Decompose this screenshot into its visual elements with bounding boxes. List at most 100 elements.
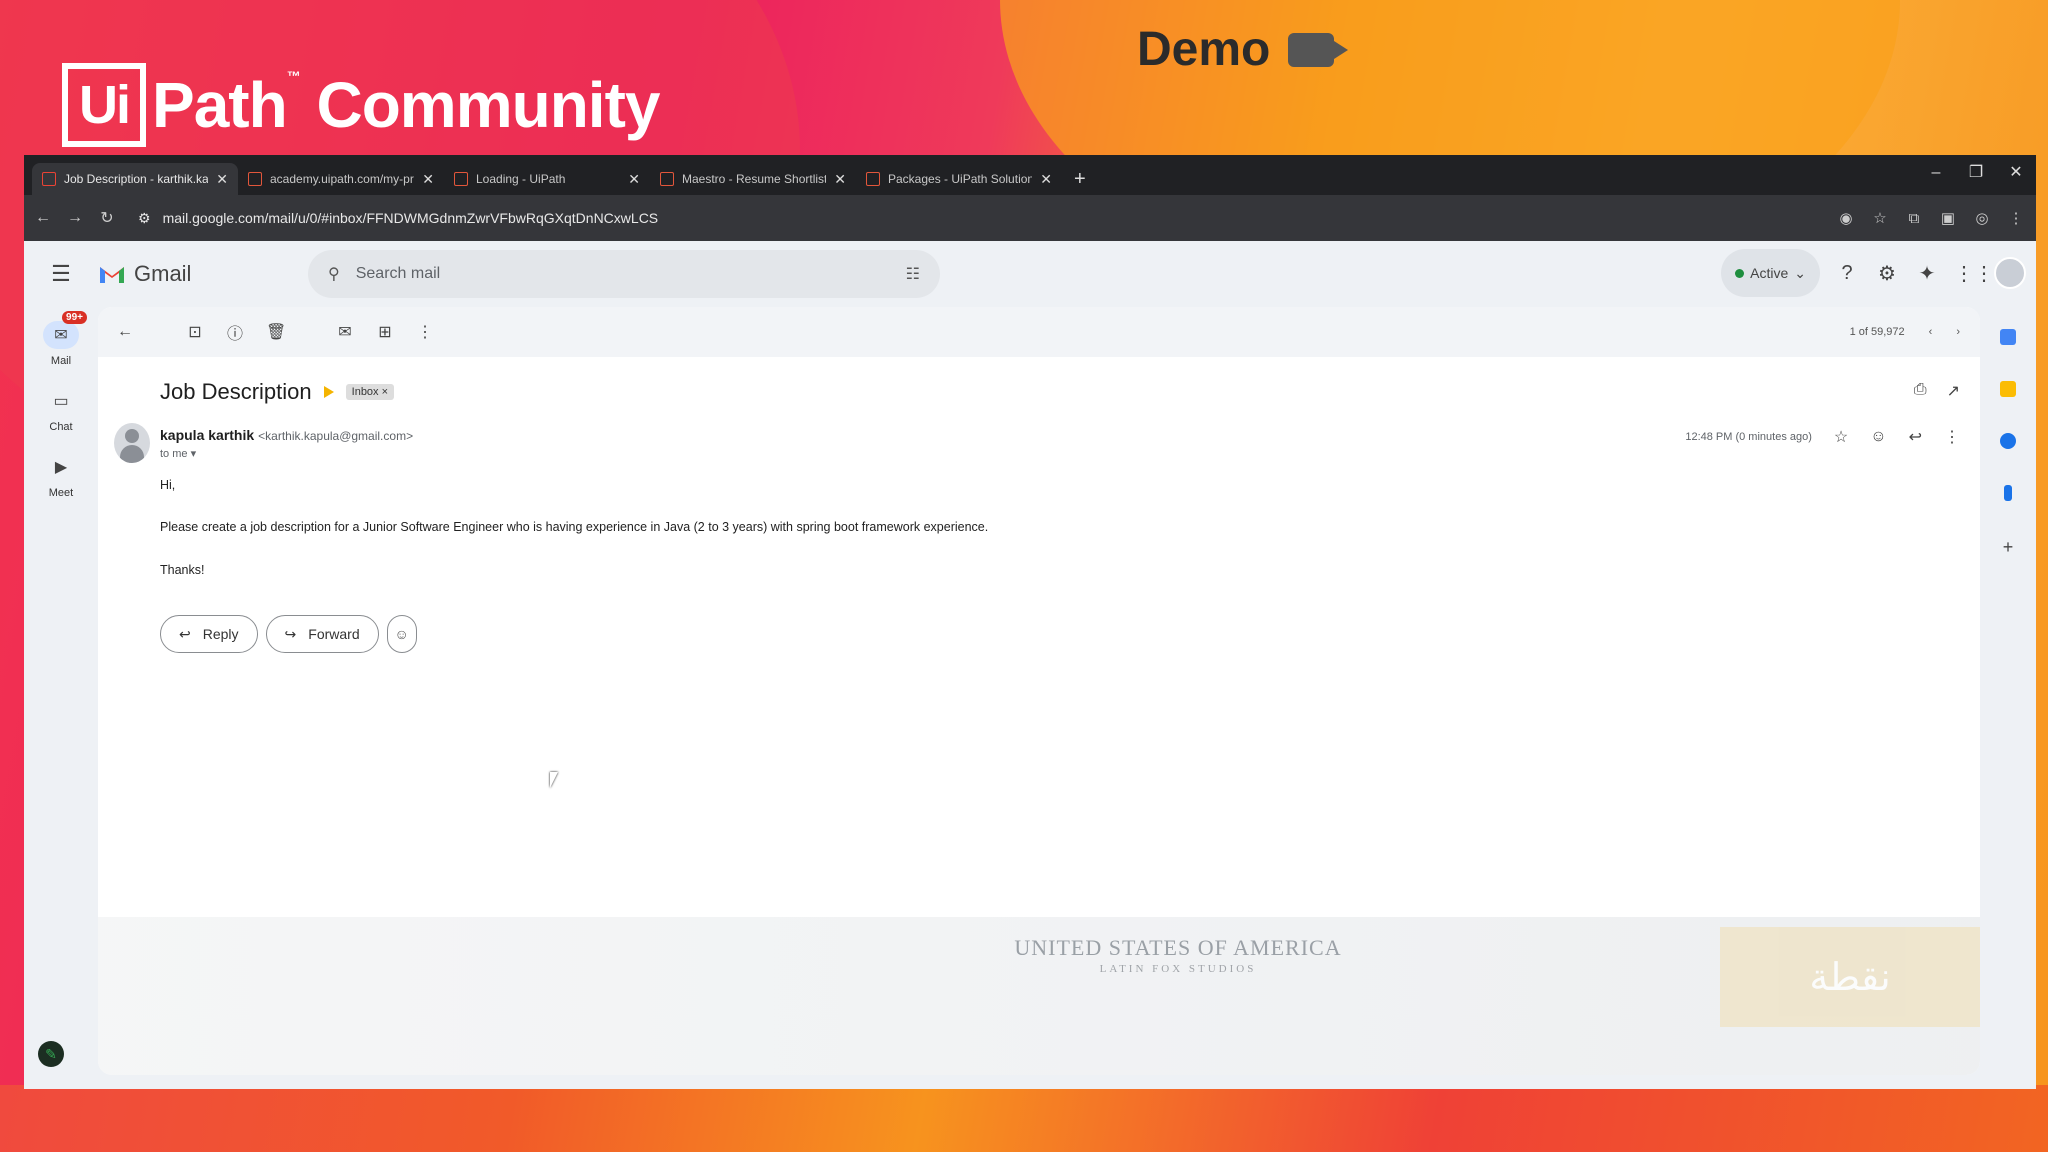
- search-bar[interactable]: ⚲ Search mail ☷: [308, 250, 940, 298]
- new-tab-icon[interactable]: +: [1062, 163, 1098, 195]
- profile-icon[interactable]: ◎: [1972, 209, 1992, 227]
- url-field[interactable]: ⚙ mail.google.com/mail/u/0/#inbox/FFNDWM…: [130, 202, 1822, 234]
- rail-chat[interactable]: ▭ Chat: [24, 387, 98, 439]
- browser-menu-icon[interactable]: ⋮: [2006, 209, 2026, 227]
- contacts-icon[interactable]: [2004, 485, 2012, 501]
- tasks-icon[interactable]: [2000, 433, 2016, 449]
- add-addon-icon[interactable]: +: [2003, 537, 2014, 558]
- chevron-right-icon[interactable]: ›: [1956, 326, 1960, 338]
- tab-academy[interactable]: academy.uipath.com/my-profile ✕: [238, 163, 444, 195]
- apps-grid-icon[interactable]: ⋮⋮: [1954, 261, 1994, 286]
- restore-icon[interactable]: ❐: [1956, 155, 1996, 195]
- inbox-label-chip[interactable]: Inbox ×: [345, 384, 395, 400]
- left-rail: ✉ 99+ Mail ▭ Chat ▶ Meet ✎: [24, 307, 98, 1089]
- body-text: Please create a job description for a Ju…: [160, 520, 989, 535]
- sender-name[interactable]: kapula karthik <karthik.kapula@gmail.com>: [160, 427, 413, 443]
- side-panel-icon[interactable]: ▣: [1938, 209, 1958, 227]
- tab-title: Job Description - karthik.kapula: [64, 172, 209, 186]
- gmail-header: ☰ Gmail ⚲ Search mail ☷ Active ⌄ ? ⚙ ✦ ⋮…: [24, 241, 2036, 307]
- print-icon[interactable]: ⎙: [1914, 381, 1927, 401]
- account-avatar[interactable]: [1994, 257, 2026, 289]
- message-toolbar: ← ⊡ ⓘ 🗑 ✉ ⊞ ⋮ 1 of 59,972 ‹ ›: [98, 307, 1980, 357]
- chevron-left-icon[interactable]: ‹: [1929, 326, 1933, 338]
- recipient-text: to me: [160, 448, 188, 460]
- overlay-subtitle: LATIN FOX STUDIOS: [1099, 963, 1257, 975]
- tracking-eye-icon[interactable]: ◉: [1836, 209, 1856, 227]
- more-options-icon[interactable]: ⋮: [416, 322, 434, 342]
- overlay-title: UNITED STATES OF AMERICA: [1014, 935, 1342, 960]
- uipath-favicon-icon: [660, 172, 674, 186]
- subject-line: Job Description Inbox ×: [160, 379, 395, 405]
- uipath-logo-box: Ui: [62, 63, 146, 147]
- status-button[interactable]: Active ⌄: [1721, 249, 1820, 297]
- tab-packages[interactable]: Packages - UiPath Solution Ma ✕: [856, 163, 1062, 195]
- demo-title: Demo: [1137, 22, 1349, 77]
- close-window-icon[interactable]: ✕: [1996, 155, 2036, 195]
- important-marker-icon[interactable]: [323, 386, 334, 398]
- compose-pencil-icon[interactable]: ✎: [38, 1041, 64, 1067]
- recipient-toggle[interactable]: to me ▾: [160, 447, 196, 460]
- brand-community: Community: [316, 69, 660, 141]
- tab-loading[interactable]: Loading - UiPath ✕: [444, 163, 650, 195]
- tab-title: Maestro - Resume Shortlisting: [682, 172, 827, 186]
- uipath-favicon-icon: [248, 172, 262, 186]
- pagination: 1 of 59,972 ‹ ›: [1850, 307, 1960, 357]
- star-icon[interactable]: ☆: [1834, 427, 1848, 447]
- search-options-icon[interactable]: ☷: [906, 264, 920, 284]
- main-menu-icon[interactable]: ☰: [24, 261, 98, 287]
- report-spam-icon[interactable]: ⓘ: [226, 320, 244, 344]
- tab-job-description[interactable]: Job Description - karthik.kapula ✕: [32, 163, 238, 195]
- mark-unread-icon[interactable]: ✉: [336, 322, 354, 342]
- brand-path: Path: [152, 69, 288, 141]
- gmail-wordmark: Gmail: [134, 261, 192, 286]
- search-icon[interactable]: ⚲: [328, 264, 340, 284]
- minimize-icon[interactable]: –: [1916, 155, 1956, 195]
- uipath-community-logo: Ui Path™ Community: [62, 60, 660, 150]
- calendar-icon[interactable]: [2000, 329, 2016, 345]
- gemini-sparkle-icon[interactable]: ✦: [1914, 261, 1940, 286]
- reply-arrow-icon: ↩: [179, 625, 191, 642]
- close-icon[interactable]: ✕: [1040, 171, 1052, 188]
- close-icon[interactable]: ✕: [422, 171, 434, 188]
- settings-gear-icon[interactable]: ⚙: [1874, 261, 1900, 286]
- keep-icon[interactable]: [2000, 381, 2016, 397]
- close-icon[interactable]: ✕: [834, 171, 846, 188]
- archive-icon[interactable]: ⊡: [186, 322, 204, 342]
- gmail-m-icon: [100, 267, 124, 283]
- forward-icon[interactable]: →: [66, 209, 84, 227]
- emoji-reaction-button[interactable]: ☺: [386, 615, 417, 653]
- search-input[interactable]: Search mail: [356, 265, 890, 283]
- forward-arrow-icon: ↪: [284, 625, 297, 642]
- email-subject: Job Description: [160, 379, 312, 404]
- close-icon[interactable]: ✕: [628, 171, 640, 188]
- help-icon[interactable]: ?: [1834, 262, 1860, 285]
- tab-maestro[interactable]: Maestro - Resume Shortlisting ✕: [650, 163, 856, 195]
- caret-down-icon: ▾: [190, 448, 197, 460]
- header-actions: Active ⌄ ? ⚙ ✦ ⋮⋮: [1721, 249, 2026, 297]
- gmail-logo[interactable]: Gmail: [98, 261, 308, 287]
- mouse-cursor-icon: [550, 772, 558, 788]
- back-to-inbox-icon[interactable]: ←: [116, 323, 134, 341]
- close-icon[interactable]: ✕: [216, 171, 228, 188]
- reload-icon[interactable]: ↻: [98, 208, 116, 228]
- reply-icon[interactable]: ↩: [1909, 427, 1922, 447]
- rail-mail-label: Mail: [50, 355, 72, 367]
- reply-button[interactable]: ↩ Reply: [160, 615, 258, 653]
- bookmark-star-icon[interactable]: ☆: [1870, 209, 1890, 227]
- sender-avatar: [114, 423, 150, 463]
- delete-icon[interactable]: 🗑: [266, 322, 286, 342]
- rail-meet[interactable]: ▶ Meet: [24, 453, 98, 505]
- message-more-icon[interactable]: ⋮: [1944, 427, 1960, 447]
- forward-button[interactable]: ↪ Forward: [265, 615, 379, 653]
- gmail-app: ☰ Gmail ⚲ Search mail ☷ Active ⌄ ? ⚙ ✦ ⋮…: [24, 241, 2036, 1089]
- status-dot-icon: [1735, 268, 1745, 278]
- emoji-react-icon[interactable]: ☺: [1870, 428, 1886, 446]
- back-icon[interactable]: ←: [34, 209, 52, 227]
- message-panel: ← ⊡ ⓘ 🗑 ✉ ⊞ ⋮ 1 of 59,972 ‹ › Job Descri…: [98, 307, 1980, 1075]
- open-in-new-window-icon[interactable]: ↗: [1947, 381, 1960, 401]
- move-to-icon[interactable]: ⊞: [376, 322, 394, 342]
- message-meta: 12:48 PM (0 minutes ago) ☆ ☺ ↩ ⋮: [1685, 427, 1960, 447]
- extensions-icon[interactable]: ⧉: [1904, 210, 1924, 227]
- rail-mail[interactable]: ✉ 99+ Mail: [24, 311, 98, 373]
- site-settings-icon[interactable]: ⚙: [138, 210, 151, 227]
